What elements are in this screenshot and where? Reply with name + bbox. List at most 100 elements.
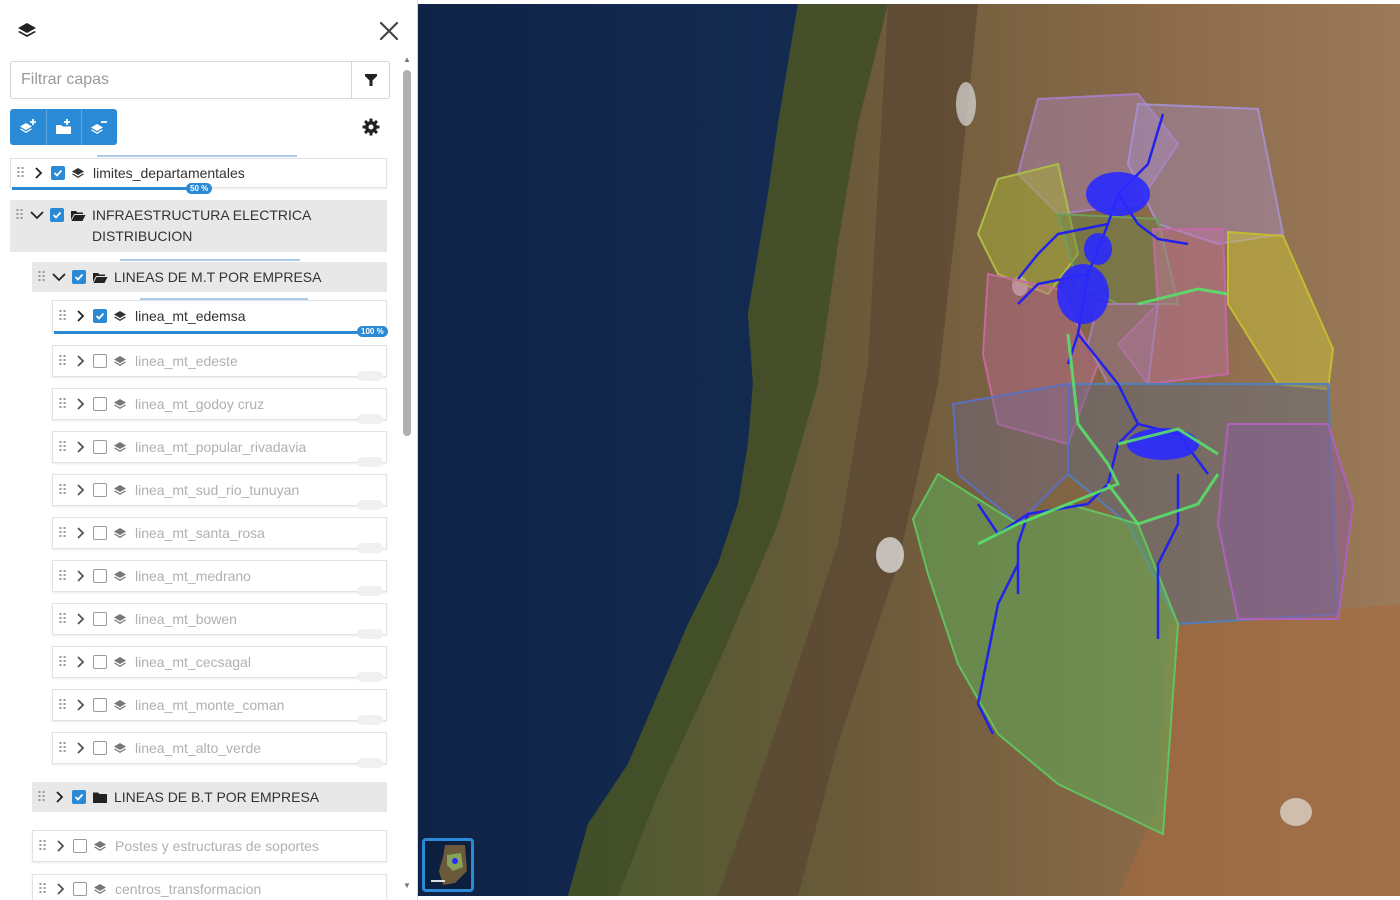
layer-row-mt[interactable]: ⠿ linea_mt_popular_rivadavia [52, 431, 387, 463]
chevron-right-icon[interactable] [71, 653, 89, 671]
layer-label: linea_mt_monte_coman [135, 697, 285, 713]
drag-handle-icon[interactable]: ⠿ [34, 789, 48, 806]
progress-track [140, 298, 308, 300]
layer-checkbox[interactable] [51, 166, 65, 180]
layer-checkbox[interactable] [93, 741, 107, 755]
layer-row-mt[interactable]: ⠿ linea_mt_bowen [52, 603, 387, 635]
drag-handle-icon[interactable]: ⠿ [13, 165, 27, 182]
group-checkbox[interactable] [72, 270, 86, 284]
drag-handle-icon[interactable]: ⠿ [55, 697, 69, 714]
drag-handle-icon[interactable]: ⠿ [55, 654, 69, 671]
drag-handle-icon[interactable]: ⠿ [55, 611, 69, 628]
chevron-right-icon[interactable] [71, 481, 89, 499]
layer-checkbox[interactable] [93, 354, 107, 368]
chevron-down-icon[interactable] [28, 206, 46, 224]
close-icon[interactable] [376, 18, 402, 44]
filter-field [10, 61, 390, 99]
layers-icon [113, 440, 129, 454]
group-checkbox[interactable] [72, 790, 86, 804]
map-view[interactable] [418, 4, 1400, 896]
chevron-down-icon[interactable] [50, 268, 68, 286]
drag-handle-icon[interactable]: ⠿ [12, 207, 26, 224]
remove-layer-icon[interactable] [81, 109, 117, 145]
layers-icon [113, 741, 129, 755]
drag-handle-icon[interactable]: ⠿ [55, 568, 69, 585]
layer-checkbox[interactable] [93, 483, 107, 497]
chevron-right-icon[interactable] [71, 567, 89, 585]
chevron-right-icon[interactable] [29, 164, 47, 182]
drag-handle-icon[interactable]: ⠿ [34, 269, 48, 286]
layer-checkbox[interactable] [73, 839, 87, 853]
drag-handle-icon[interactable]: ⠿ [55, 740, 69, 757]
layer-label: linea_mt_edemsa [135, 308, 246, 324]
layer-checkbox[interactable] [93, 569, 107, 583]
layer-checkbox[interactable] [93, 397, 107, 411]
add-folder-icon[interactable] [45, 109, 82, 145]
chevron-right-icon[interactable] [71, 610, 89, 628]
layer-label: linea_mt_edeste [135, 353, 238, 369]
layer-checkbox[interactable] [93, 612, 107, 626]
layer-row-mt[interactable]: ⠿ linea_mt_medrano [52, 560, 387, 592]
layer-checkbox[interactable] [93, 440, 107, 454]
layer-row-mt[interactable]: ⠿ linea_mt_alto_verde [52, 732, 387, 764]
layers-icon [113, 397, 129, 411]
layer-checkbox[interactable] [93, 526, 107, 540]
snow-patch [956, 82, 976, 126]
layer-progress-bar [54, 331, 384, 334]
panel-scrollbar[interactable]: ▲ ▼ [401, 56, 413, 894]
drag-handle-icon[interactable]: ⠿ [55, 308, 69, 325]
progress-badge: 50 % [186, 183, 213, 194]
chevron-right-icon[interactable] [71, 524, 89, 542]
layer-row-mt[interactable]: ⠿ linea_mt_santa_rosa [52, 517, 387, 549]
progress-badge-placeholder [357, 414, 383, 424]
drag-handle-icon[interactable]: ⠿ [55, 439, 69, 456]
scroll-up-icon[interactable]: ▲ [403, 56, 411, 64]
scroll-down-icon[interactable]: ▼ [403, 882, 411, 890]
layers-icon [113, 309, 129, 323]
layer-label: Postes y estructuras de soportes [115, 838, 319, 854]
drag-handle-icon[interactable]: ⠿ [55, 396, 69, 413]
layer-row-mt[interactable]: ⠿ linea_mt_cecsagal [52, 646, 387, 678]
filter-layers-input[interactable] [11, 62, 351, 98]
scrollbar-thumb[interactable] [403, 70, 411, 436]
drag-handle-icon[interactable]: ⠿ [55, 482, 69, 499]
group-checkbox[interactable] [50, 208, 64, 222]
layer-checkbox[interactable] [93, 655, 107, 669]
funnel-icon[interactable] [351, 62, 389, 98]
group-row-lineas-bt[interactable]: ⠿ LINEAS DE B.T POR EMPRESA [32, 782, 387, 812]
chevron-right-icon[interactable] [71, 352, 89, 370]
layer-row-mt[interactable]: ⠿ linea_mt_edeste [52, 345, 387, 377]
chevron-right-icon[interactable] [50, 788, 68, 806]
chevron-right-icon[interactable] [71, 395, 89, 413]
chevron-right-icon[interactable] [71, 307, 89, 325]
layer-row-mt[interactable]: ⠿ linea_mt_godoy cruz [52, 388, 387, 420]
layer-checkbox[interactable] [73, 882, 87, 896]
drag-handle-icon[interactable]: ⠿ [35, 838, 49, 855]
group-row-infraestructura[interactable]: ⠿ INFRAESTRUCTURA ELECTRICA DISTRIBUCION [10, 200, 387, 252]
gear-icon[interactable] [361, 117, 381, 137]
progress-badge-placeholder [357, 586, 383, 596]
chevron-right-icon[interactable] [71, 696, 89, 714]
chevron-right-icon[interactable] [71, 438, 89, 456]
layer-checkbox[interactable] [93, 309, 107, 323]
drag-handle-icon[interactable]: ⠿ [55, 353, 69, 370]
chevron-right-icon[interactable] [71, 739, 89, 757]
layers-icon [113, 569, 129, 583]
satellite-map [418, 4, 1400, 896]
layer-checkbox[interactable] [93, 698, 107, 712]
layer-row-postes[interactable]: ⠿ Postes y estructuras de soportes [32, 830, 387, 862]
group-label: LINEAS DE B.T POR EMPRESA [114, 789, 320, 805]
add-layer-icon[interactable] [10, 109, 46, 145]
chevron-right-icon[interactable] [51, 837, 69, 855]
drag-handle-icon[interactable]: ⠿ [55, 525, 69, 542]
progress-badge-placeholder [357, 758, 383, 768]
layer-row-mt-edemsa[interactable]: ⠿ linea_mt_edemsa [52, 300, 387, 332]
group-row-lineas-mt[interactable]: ⠿ LINEAS DE M.T POR EMPRESA [32, 262, 387, 292]
chevron-right-icon[interactable] [51, 880, 69, 898]
layer-row-mt[interactable]: ⠿ linea_mt_monte_coman [52, 689, 387, 721]
layer-row-centros[interactable]: ⠿ centros_transformacion [32, 874, 387, 900]
layer-row-mt[interactable]: ⠿ linea_mt_sud_rio_tunuyan [52, 474, 387, 506]
overview-minimap[interactable] [422, 838, 474, 892]
drag-handle-icon[interactable]: ⠿ [35, 881, 49, 898]
layer-tools-toolbar [10, 109, 117, 145]
